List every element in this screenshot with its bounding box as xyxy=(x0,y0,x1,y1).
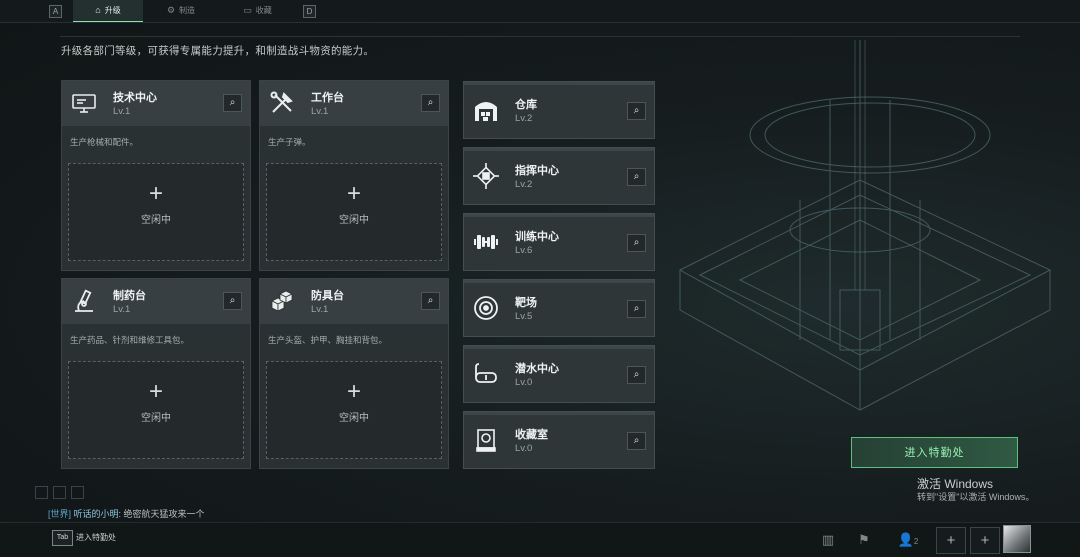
production-slot[interactable]: + 空闲中 xyxy=(68,163,244,261)
chat-line[interactable]: [世界] 听话的小明: 绝密航天猛攻来一个 xyxy=(48,507,205,520)
card-description: 生产药品、针剂和维修工具包。 xyxy=(70,335,190,345)
stats-icon[interactable]: ▥ xyxy=(816,528,840,552)
enter-special-ops-button[interactable]: 进入特勤处 xyxy=(851,437,1018,468)
slot-status: 空闲中 xyxy=(141,413,171,424)
card-workbench[interactable]: 工作台 Lv.1 ⌕ 生产子弹。 + 空闲中 xyxy=(259,80,449,271)
card-pharmacy[interactable]: 制药台 Lv.1 ⌕ 生产药品、针剂和维修工具包。 + 空闲中 xyxy=(61,278,251,469)
search-icon[interactable]: ⌕ xyxy=(421,292,440,310)
search-icon[interactable]: ⌕ xyxy=(627,168,646,186)
facility-title: 仓库 xyxy=(515,99,537,111)
tab-key-label: 进入特勤处 xyxy=(76,533,116,542)
facility-level: Lv.6 xyxy=(515,245,533,256)
facility-title: 训练中心 xyxy=(515,231,559,243)
friends-count: 2 xyxy=(913,537,919,546)
search-icon[interactable]: ⌕ xyxy=(223,292,242,310)
card-level: Lv.1 xyxy=(113,304,131,315)
plus-icon: + xyxy=(346,180,361,207)
add-slot-button[interactable]: + xyxy=(970,527,1000,554)
facility-collection-room[interactable]: 收藏室 Lv.0 ⌕ xyxy=(463,411,655,469)
card-header: 工作台 Lv.1 ⌕ xyxy=(260,81,448,126)
facility-title: 潜水中心 xyxy=(515,363,559,375)
facility-warehouse[interactable]: 仓库 Lv.2 ⌕ xyxy=(463,81,655,139)
production-slot[interactable]: + 空闲中 xyxy=(68,361,244,459)
chat-sender: 听话的小明 xyxy=(73,509,119,519)
facility-title: 收藏室 xyxy=(515,429,548,441)
search-icon[interactable]: ⌕ xyxy=(627,432,646,450)
card-title: 工作台 xyxy=(311,92,344,104)
friends-icon[interactable]: 👤2 xyxy=(893,528,923,552)
target-range-icon xyxy=(474,296,498,320)
tab-collection[interactable]: ▭ 收藏 xyxy=(220,0,295,21)
card-description: 生产子弹。 xyxy=(268,137,311,147)
facility-level: Lv.0 xyxy=(515,377,533,388)
card-title: 技术中心 xyxy=(113,92,157,104)
tab-key-hint[interactable]: Tab xyxy=(52,530,73,546)
facility-training-center[interactable]: 训练中心 Lv.6 ⌕ xyxy=(463,213,655,271)
card-description: 生产头盔、护甲、胸挂和背包。 xyxy=(268,335,388,345)
card-level: Lv.1 xyxy=(311,304,329,315)
search-icon[interactable]: ⌕ xyxy=(627,234,646,252)
command-center-icon xyxy=(473,163,499,189)
slot-status: 空闲中 xyxy=(339,413,369,424)
search-icon[interactable]: ⌕ xyxy=(223,94,242,112)
tab-upgrade[interactable]: ⌂ 升级 xyxy=(73,0,143,22)
chat-message: : 绝密航天猛攻来一个 xyxy=(118,509,205,519)
base-structure-illustration xyxy=(678,40,1052,411)
plus-icon: + xyxy=(148,180,163,207)
upgrade-icon: ⌂ xyxy=(95,5,101,15)
card-description: 生产枪械和配件。 xyxy=(70,137,139,147)
diving-icon xyxy=(475,363,497,383)
facility-level: Lv.2 xyxy=(515,179,533,190)
facility-title: 靶场 xyxy=(515,297,537,309)
craft-icon: ⚙ xyxy=(166,5,176,15)
facility-target-range[interactable]: 靶场 Lv.5 ⌕ xyxy=(463,279,655,337)
header-divider xyxy=(60,36,1020,37)
card-armor-bench[interactable]: 防具台 Lv.1 ⌕ 生产头盔、护甲、胸挂和背包。 + 空闲中 xyxy=(259,278,449,469)
avatar[interactable] xyxy=(1003,525,1031,553)
plus-icon: + xyxy=(346,378,361,405)
card-header: 防具台 Lv.1 ⌕ xyxy=(260,279,448,324)
warehouse-icon xyxy=(475,102,497,121)
training-icon xyxy=(474,235,498,249)
add-slot-button[interactable]: + xyxy=(936,527,966,554)
collection-room-icon xyxy=(476,429,496,452)
deco-square xyxy=(71,486,84,499)
card-tech-center[interactable]: 技术中心 Lv.1 ⌕ 生产枪械和配件。 + 空闲中 xyxy=(61,80,251,271)
card-title: 制药台 xyxy=(113,290,146,302)
pharmacy-icon xyxy=(75,289,93,312)
facility-command-center[interactable]: 指挥中心 Lv.2 ⌕ xyxy=(463,147,655,205)
card-title: 防具台 xyxy=(311,290,344,302)
card-header: 制药台 Lv.1 ⌕ xyxy=(62,279,250,324)
activation-watermark-text: 转到"设置"以激活 Windows。 xyxy=(917,492,1035,502)
search-icon[interactable]: ⌕ xyxy=(627,366,646,384)
facility-title: 指挥中心 xyxy=(515,165,559,177)
slot-status: 空闲中 xyxy=(141,215,171,226)
slot-status: 空闲中 xyxy=(339,215,369,226)
deco-square xyxy=(35,486,48,499)
collection-icon: ▭ xyxy=(243,5,252,15)
tech-center-icon xyxy=(72,94,96,113)
production-slot[interactable]: + 空闲中 xyxy=(266,361,442,459)
flag-icon[interactable]: ⚑ xyxy=(852,528,876,552)
facility-level: Lv.2 xyxy=(515,113,533,124)
search-icon[interactable]: ⌕ xyxy=(627,102,646,120)
tab-craft[interactable]: ⚙ 制造 xyxy=(146,0,216,21)
page-description: 升级各部门等级，可获得专属能力提升，和制造战斗物资的能力。 xyxy=(61,45,375,57)
card-level: Lv.1 xyxy=(311,106,329,117)
armor-bench-icon xyxy=(271,290,293,312)
next-tab-key[interactable]: D xyxy=(303,5,316,18)
facility-diving-center[interactable]: 潜水中心 Lv.0 ⌕ xyxy=(463,345,655,403)
chat-channel: [世界] xyxy=(48,509,72,519)
plus-icon: + xyxy=(148,378,163,405)
facility-level: Lv.5 xyxy=(515,311,533,322)
search-icon[interactable]: ⌕ xyxy=(627,300,646,318)
facility-level: Lv.0 xyxy=(515,443,533,454)
card-level: Lv.1 xyxy=(113,106,131,117)
production-slot[interactable]: + 空闲中 xyxy=(266,163,442,261)
prev-tab-key[interactable]: A xyxy=(49,5,62,18)
workbench-icon xyxy=(270,91,293,113)
card-header: 技术中心 Lv.1 ⌕ xyxy=(62,81,250,126)
search-icon[interactable]: ⌕ xyxy=(421,94,440,112)
deco-square xyxy=(53,486,66,499)
